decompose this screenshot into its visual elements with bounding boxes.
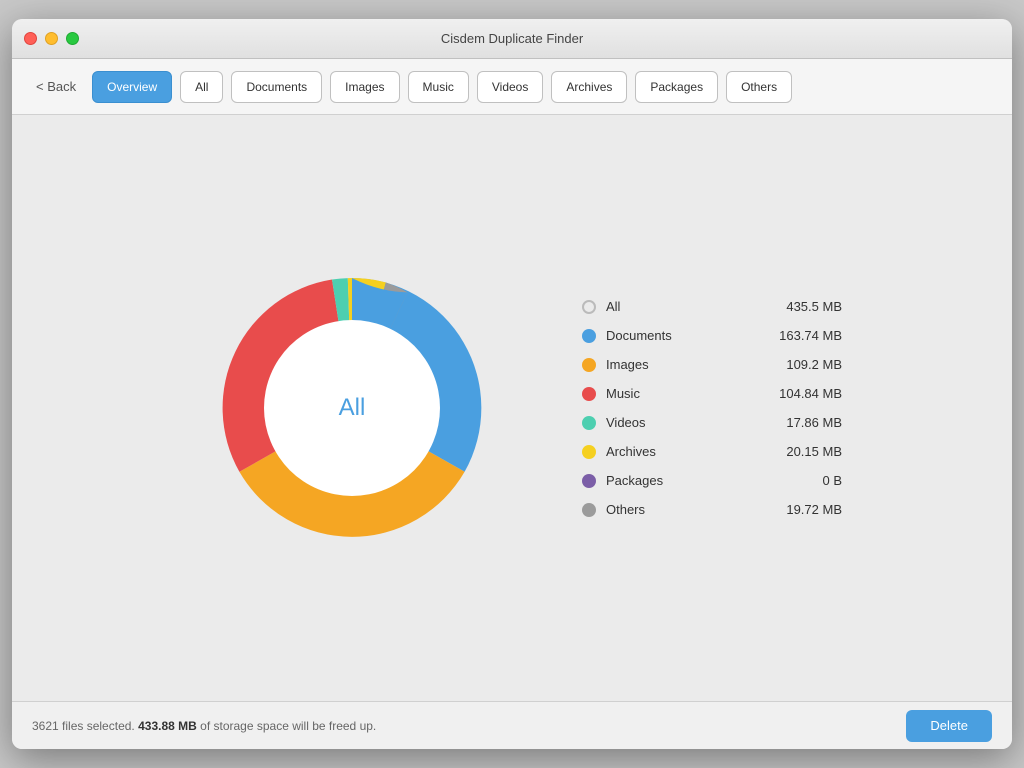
toolbar: < Back Overview All Documents Images Mus… <box>12 59 1012 115</box>
close-button[interactable] <box>24 32 37 45</box>
files-label: files selected. <box>62 719 135 733</box>
legend-item-videos: Videos 17.86 MB <box>582 415 842 430</box>
legend-value-videos: 17.86 MB <box>762 415 842 430</box>
tab-images[interactable]: Images <box>330 71 399 103</box>
delete-button[interactable]: Delete <box>906 710 992 742</box>
status-bar: 3621 files selected. 433.88 MB of storag… <box>12 701 1012 749</box>
size-suffix: of storage space will be freed up. <box>200 719 376 733</box>
legend-dot-others <box>582 503 596 517</box>
title-bar: Cisdem Duplicate Finder <box>12 19 1012 59</box>
tab-documents[interactable]: Documents <box>231 71 322 103</box>
legend-value-images: 109.2 MB <box>762 357 842 372</box>
status-text: 3621 files selected. 433.88 MB of storag… <box>32 719 376 733</box>
legend-value-documents: 163.74 MB <box>762 328 842 343</box>
legend-dot-archives <box>582 445 596 459</box>
maximize-button[interactable] <box>66 32 79 45</box>
legend-label-others: Others <box>606 502 752 517</box>
legend-label-documents: Documents <box>606 328 752 343</box>
tab-music[interactable]: Music <box>408 71 469 103</box>
legend-dot-packages <box>582 474 596 488</box>
legend-dot-music <box>582 387 596 401</box>
legend-value-music: 104.84 MB <box>762 386 842 401</box>
legend-value-packages: 0 B <box>762 473 842 488</box>
legend-item-music: Music 104.84 MB <box>582 386 842 401</box>
donut-hole <box>264 320 440 496</box>
legend-value-others: 19.72 MB <box>762 502 842 517</box>
donut-chart: All <box>182 238 522 578</box>
legend-dot-images <box>582 358 596 372</box>
legend-value-archives: 20.15 MB <box>762 444 842 459</box>
legend-label-music: Music <box>606 386 752 401</box>
legend-dot-videos <box>582 416 596 430</box>
tab-overview[interactable]: Overview <box>92 71 172 103</box>
legend: All 435.5 MB Documents 163.74 MB Images … <box>582 299 842 517</box>
back-button[interactable]: < Back <box>28 75 84 98</box>
legend-item-all: All 435.5 MB <box>582 299 842 314</box>
main-content: All All 435.5 MB Documents 163.74 MB Ima… <box>12 115 1012 701</box>
storage-size: 433.88 MB <box>138 719 197 733</box>
legend-value-all: 435.5 MB <box>762 299 842 314</box>
tab-packages[interactable]: Packages <box>635 71 718 103</box>
files-count: 3621 <box>32 719 59 733</box>
legend-dot-documents <box>582 329 596 343</box>
legend-label-all: All <box>606 299 752 314</box>
legend-label-packages: Packages <box>606 473 752 488</box>
window-controls <box>24 32 79 45</box>
legend-item-others: Others 19.72 MB <box>582 502 842 517</box>
legend-item-documents: Documents 163.74 MB <box>582 328 842 343</box>
legend-item-archives: Archives 20.15 MB <box>582 444 842 459</box>
legend-label-archives: Archives <box>606 444 752 459</box>
tab-others[interactable]: Others <box>726 71 792 103</box>
minimize-button[interactable] <box>45 32 58 45</box>
legend-dot-all <box>582 300 596 314</box>
tab-archives[interactable]: Archives <box>551 71 627 103</box>
legend-label-images: Images <box>606 357 752 372</box>
window-title: Cisdem Duplicate Finder <box>441 31 583 46</box>
legend-item-images: Images 109.2 MB <box>582 357 842 372</box>
legend-item-packages: Packages 0 B <box>582 473 842 488</box>
app-window: Cisdem Duplicate Finder < Back Overview … <box>12 19 1012 749</box>
tab-all[interactable]: All <box>180 71 223 103</box>
donut-svg <box>182 238 522 578</box>
tab-videos[interactable]: Videos <box>477 71 543 103</box>
legend-label-videos: Videos <box>606 415 752 430</box>
